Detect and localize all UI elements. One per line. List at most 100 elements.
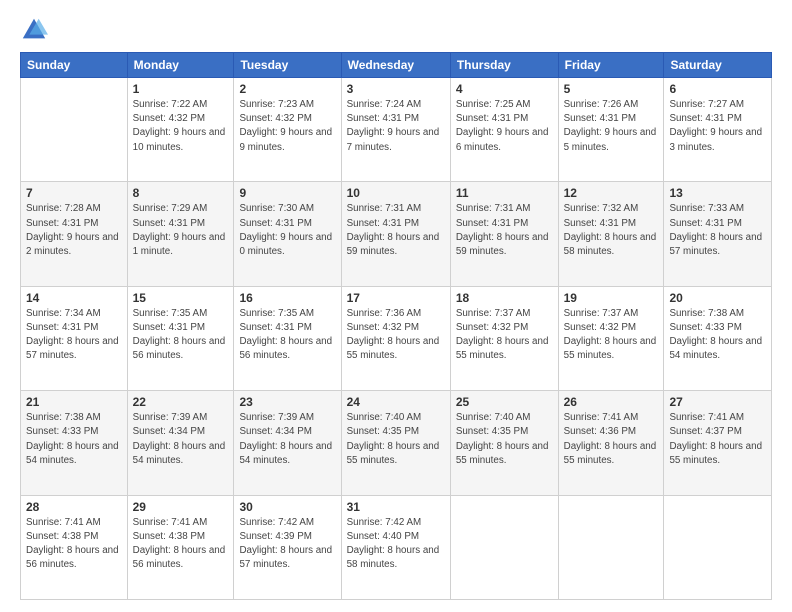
- calendar-week-4: 21 Sunrise: 7:38 AMSunset: 4:33 PMDaylig…: [21, 391, 772, 495]
- weekday-header-friday: Friday: [558, 53, 664, 78]
- calendar-cell: [558, 495, 664, 599]
- calendar-cell: 23 Sunrise: 7:39 AMSunset: 4:34 PMDaylig…: [234, 391, 341, 495]
- day-info: Sunrise: 7:26 AMSunset: 4:31 PMDaylight:…: [564, 98, 659, 155]
- day-info: Sunrise: 7:28 AMSunset: 4:31 PMDaylight:…: [26, 202, 122, 259]
- day-number: 5: [564, 82, 659, 96]
- calendar-cell: 14 Sunrise: 7:34 AMSunset: 4:31 PMDaylig…: [21, 286, 128, 390]
- calendar-cell: 15 Sunrise: 7:35 AMSunset: 4:31 PMDaylig…: [127, 286, 234, 390]
- calendar-week-5: 28 Sunrise: 7:41 AMSunset: 4:38 PMDaylig…: [21, 495, 772, 599]
- day-number: 24: [347, 395, 445, 409]
- day-number: 23: [239, 395, 335, 409]
- day-number: 21: [26, 395, 122, 409]
- day-info: Sunrise: 7:35 AMSunset: 4:31 PMDaylight:…: [239, 307, 335, 364]
- day-info: Sunrise: 7:39 AMSunset: 4:34 PMDaylight:…: [239, 411, 335, 468]
- calendar-cell: 11 Sunrise: 7:31 AMSunset: 4:31 PMDaylig…: [450, 182, 558, 286]
- calendar-cell: 6 Sunrise: 7:27 AMSunset: 4:31 PMDayligh…: [664, 78, 772, 182]
- calendar-header: SundayMondayTuesdayWednesdayThursdayFrid…: [21, 53, 772, 78]
- calendar-cell: 3 Sunrise: 7:24 AMSunset: 4:31 PMDayligh…: [341, 78, 450, 182]
- day-number: 8: [133, 186, 229, 200]
- day-number: 12: [564, 186, 659, 200]
- day-info: Sunrise: 7:33 AMSunset: 4:31 PMDaylight:…: [669, 202, 766, 259]
- day-info: Sunrise: 7:22 AMSunset: 4:32 PMDaylight:…: [133, 98, 229, 155]
- calendar-cell: 21 Sunrise: 7:38 AMSunset: 4:33 PMDaylig…: [21, 391, 128, 495]
- calendar-cell: 18 Sunrise: 7:37 AMSunset: 4:32 PMDaylig…: [450, 286, 558, 390]
- day-info: Sunrise: 7:38 AMSunset: 4:33 PMDaylight:…: [669, 307, 766, 364]
- calendar-cell: 2 Sunrise: 7:23 AMSunset: 4:32 PMDayligh…: [234, 78, 341, 182]
- day-info: Sunrise: 7:34 AMSunset: 4:31 PMDaylight:…: [26, 307, 122, 364]
- calendar-cell: 1 Sunrise: 7:22 AMSunset: 4:32 PMDayligh…: [127, 78, 234, 182]
- calendar-cell: 20 Sunrise: 7:38 AMSunset: 4:33 PMDaylig…: [664, 286, 772, 390]
- day-number: 26: [564, 395, 659, 409]
- day-number: 16: [239, 291, 335, 305]
- calendar-cell: 26 Sunrise: 7:41 AMSunset: 4:36 PMDaylig…: [558, 391, 664, 495]
- day-info: Sunrise: 7:29 AMSunset: 4:31 PMDaylight:…: [133, 202, 229, 259]
- calendar-table: SundayMondayTuesdayWednesdayThursdayFrid…: [20, 52, 772, 600]
- weekday-row: SundayMondayTuesdayWednesdayThursdayFrid…: [21, 53, 772, 78]
- calendar-cell: 9 Sunrise: 7:30 AMSunset: 4:31 PMDayligh…: [234, 182, 341, 286]
- day-number: 28: [26, 500, 122, 514]
- day-info: Sunrise: 7:40 AMSunset: 4:35 PMDaylight:…: [347, 411, 445, 468]
- calendar-cell: 17 Sunrise: 7:36 AMSunset: 4:32 PMDaylig…: [341, 286, 450, 390]
- calendar-cell: 29 Sunrise: 7:41 AMSunset: 4:38 PMDaylig…: [127, 495, 234, 599]
- day-number: 19: [564, 291, 659, 305]
- logo-icon: [20, 16, 48, 44]
- day-info: Sunrise: 7:41 AMSunset: 4:38 PMDaylight:…: [26, 516, 122, 573]
- day-number: 29: [133, 500, 229, 514]
- day-number: 31: [347, 500, 445, 514]
- calendar-cell: 8 Sunrise: 7:29 AMSunset: 4:31 PMDayligh…: [127, 182, 234, 286]
- day-number: 1: [133, 82, 229, 96]
- calendar-cell: 27 Sunrise: 7:41 AMSunset: 4:37 PMDaylig…: [664, 391, 772, 495]
- day-number: 14: [26, 291, 122, 305]
- day-number: 4: [456, 82, 553, 96]
- day-number: 27: [669, 395, 766, 409]
- calendar-cell: 25 Sunrise: 7:40 AMSunset: 4:35 PMDaylig…: [450, 391, 558, 495]
- weekday-header-monday: Monday: [127, 53, 234, 78]
- page: SundayMondayTuesdayWednesdayThursdayFrid…: [0, 0, 792, 612]
- day-info: Sunrise: 7:38 AMSunset: 4:33 PMDaylight:…: [26, 411, 122, 468]
- calendar-week-1: 1 Sunrise: 7:22 AMSunset: 4:32 PMDayligh…: [21, 78, 772, 182]
- calendar-cell: 16 Sunrise: 7:35 AMSunset: 4:31 PMDaylig…: [234, 286, 341, 390]
- calendar-week-2: 7 Sunrise: 7:28 AMSunset: 4:31 PMDayligh…: [21, 182, 772, 286]
- day-number: 13: [669, 186, 766, 200]
- calendar-cell: 19 Sunrise: 7:37 AMSunset: 4:32 PMDaylig…: [558, 286, 664, 390]
- day-number: 11: [456, 186, 553, 200]
- day-info: Sunrise: 7:41 AMSunset: 4:38 PMDaylight:…: [133, 516, 229, 573]
- calendar-cell: 4 Sunrise: 7:25 AMSunset: 4:31 PMDayligh…: [450, 78, 558, 182]
- calendar-cell: [450, 495, 558, 599]
- day-info: Sunrise: 7:42 AMSunset: 4:40 PMDaylight:…: [347, 516, 445, 573]
- day-number: 10: [347, 186, 445, 200]
- weekday-header-sunday: Sunday: [21, 53, 128, 78]
- day-number: 7: [26, 186, 122, 200]
- day-info: Sunrise: 7:27 AMSunset: 4:31 PMDaylight:…: [669, 98, 766, 155]
- day-number: 17: [347, 291, 445, 305]
- day-info: Sunrise: 7:40 AMSunset: 4:35 PMDaylight:…: [456, 411, 553, 468]
- day-info: Sunrise: 7:23 AMSunset: 4:32 PMDaylight:…: [239, 98, 335, 155]
- day-number: 20: [669, 291, 766, 305]
- day-number: 2: [239, 82, 335, 96]
- calendar-cell: [21, 78, 128, 182]
- day-info: Sunrise: 7:24 AMSunset: 4:31 PMDaylight:…: [347, 98, 445, 155]
- header: [20, 16, 772, 44]
- calendar-cell: 5 Sunrise: 7:26 AMSunset: 4:31 PMDayligh…: [558, 78, 664, 182]
- day-number: 22: [133, 395, 229, 409]
- calendar-cell: 13 Sunrise: 7:33 AMSunset: 4:31 PMDaylig…: [664, 182, 772, 286]
- weekday-header-wednesday: Wednesday: [341, 53, 450, 78]
- calendar-cell: 24 Sunrise: 7:40 AMSunset: 4:35 PMDaylig…: [341, 391, 450, 495]
- calendar-cell: 12 Sunrise: 7:32 AMSunset: 4:31 PMDaylig…: [558, 182, 664, 286]
- calendar-body: 1 Sunrise: 7:22 AMSunset: 4:32 PMDayligh…: [21, 78, 772, 600]
- day-info: Sunrise: 7:25 AMSunset: 4:31 PMDaylight:…: [456, 98, 553, 155]
- weekday-header-saturday: Saturday: [664, 53, 772, 78]
- day-info: Sunrise: 7:39 AMSunset: 4:34 PMDaylight:…: [133, 411, 229, 468]
- day-info: Sunrise: 7:37 AMSunset: 4:32 PMDaylight:…: [456, 307, 553, 364]
- day-info: Sunrise: 7:41 AMSunset: 4:36 PMDaylight:…: [564, 411, 659, 468]
- day-info: Sunrise: 7:36 AMSunset: 4:32 PMDaylight:…: [347, 307, 445, 364]
- day-number: 6: [669, 82, 766, 96]
- day-number: 18: [456, 291, 553, 305]
- day-info: Sunrise: 7:31 AMSunset: 4:31 PMDaylight:…: [347, 202, 445, 259]
- day-number: 25: [456, 395, 553, 409]
- weekday-header-tuesday: Tuesday: [234, 53, 341, 78]
- day-number: 30: [239, 500, 335, 514]
- day-info: Sunrise: 7:31 AMSunset: 4:31 PMDaylight:…: [456, 202, 553, 259]
- calendar-week-3: 14 Sunrise: 7:34 AMSunset: 4:31 PMDaylig…: [21, 286, 772, 390]
- day-info: Sunrise: 7:37 AMSunset: 4:32 PMDaylight:…: [564, 307, 659, 364]
